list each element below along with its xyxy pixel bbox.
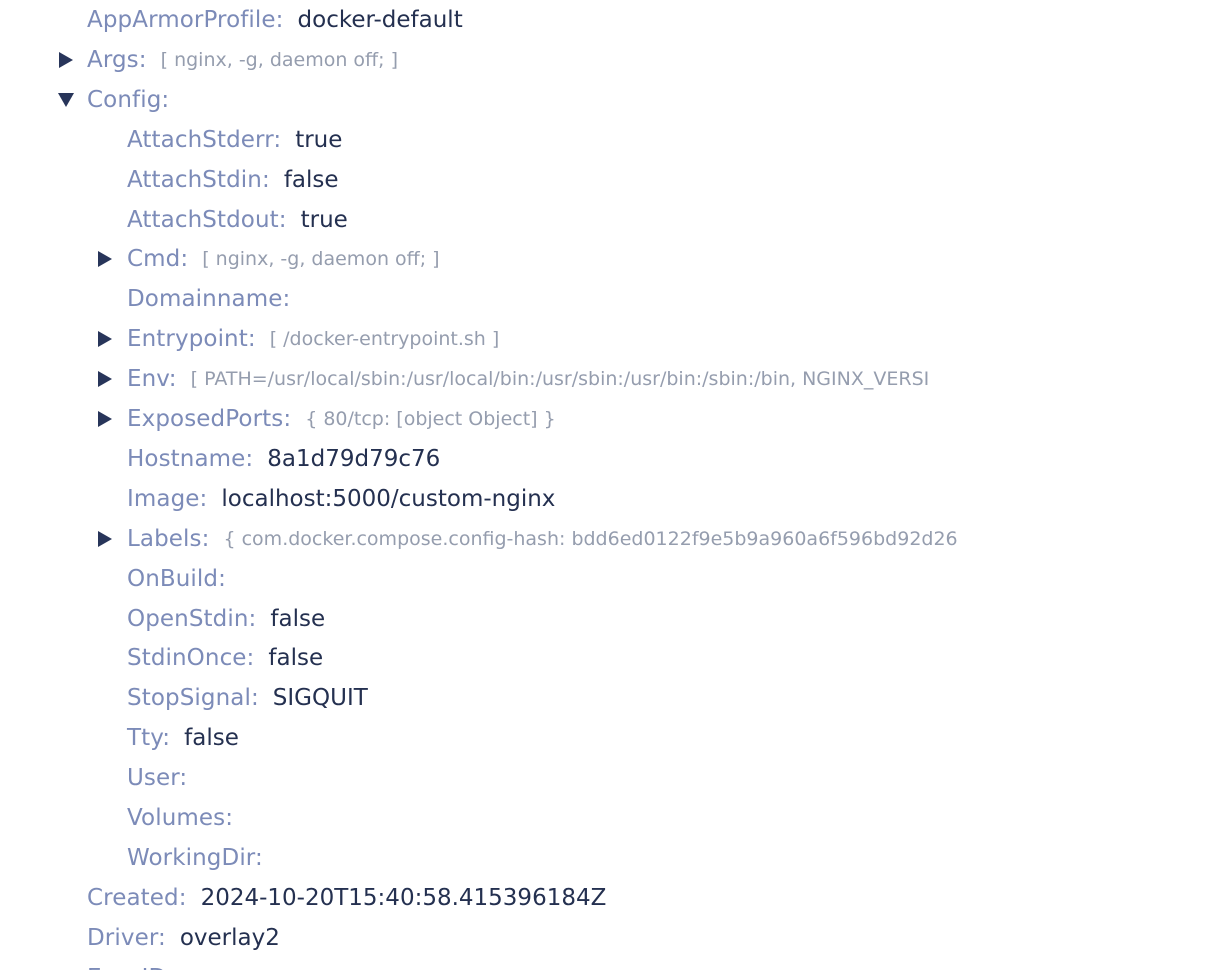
tree-row-args[interactable]: Args: [ nginx, -g, daemon off; ]: [0, 40, 1208, 80]
tree-row-app-armor-profile: AppArmorProfile: docker-default: [0, 0, 1208, 40]
tree-row-attach-stdout: AttachStdout: true: [0, 200, 1208, 240]
tree-row-attach-stderr: AttachStderr: true: [0, 120, 1208, 160]
tree-row-on-build: OnBuild:: [0, 559, 1208, 599]
tree-key: AppArmorProfile:: [87, 7, 284, 33]
tree-key: Tty:: [127, 725, 171, 752]
caret-right-icon[interactable]: [97, 411, 113, 427]
tree-key: AttachStdout:: [127, 206, 287, 233]
caret-right-icon[interactable]: [97, 331, 113, 348]
tree-row-entrypoint[interactable]: Entrypoint: [ /docker-entrypoint.sh ]: [0, 319, 1208, 359]
tree-row-env[interactable]: Env: [ PATH=/usr/local/sbin:/usr/local/bi…: [0, 359, 1208, 399]
tree-row-tty: Tty: false: [0, 718, 1208, 758]
tree-value: localhost:5000/custom-nginx: [221, 485, 556, 512]
tree-row-image: Image: localhost:5000/custom-nginx: [0, 479, 1208, 519]
tree-row-user: User:: [0, 758, 1208, 798]
tree-value: overlay2: [179, 924, 280, 951]
tree-value: false: [268, 645, 324, 672]
tree-key: Volumes:: [127, 805, 234, 831]
tree-value: false: [184, 725, 239, 752]
tree-key: Cmd:: [127, 246, 189, 273]
tree-value: false: [270, 605, 326, 632]
tree-row-stop-signal: StopSignal: SIGQUIT: [0, 678, 1208, 718]
tree-key: Image:: [127, 485, 208, 512]
tree-preview: { 80/tcp: [object Object] }: [305, 408, 556, 430]
tree-key: Env:: [127, 366, 177, 393]
tree-row-stdin-once: StdinOnce: false: [0, 638, 1208, 678]
tree-preview: [ nginx, -g, daemon off; ]: [202, 248, 440, 271]
tree-key: AttachStdin:: [127, 166, 270, 193]
tree-value: 2024-10-20T15:40:58.415396184Z: [200, 884, 607, 911]
caret-down-icon[interactable]: [58, 92, 74, 108]
tree-key: Config:: [87, 86, 170, 113]
tree-row-labels[interactable]: Labels: { com.docker.compose.config-hash:…: [0, 519, 1208, 559]
tree-key: Entrypoint:: [127, 326, 256, 353]
tree-row-config[interactable]: Config:: [0, 80, 1208, 120]
tree-row-created: Created: 2024-10-20T15:40:58.415396184Z: [0, 878, 1208, 918]
tree-key: StopSignal:: [127, 685, 259, 712]
caret-right-icon[interactable]: [97, 530, 113, 547]
tree-key: StdinOnce:: [127, 645, 255, 672]
tree-row-volumes: Volumes:: [0, 798, 1208, 838]
tree-row-open-stdin: OpenStdin: false: [0, 599, 1208, 639]
tree-value: true: [295, 126, 343, 153]
tree-row-driver: Driver: overlay2: [0, 918, 1208, 958]
tree-key: OnBuild:: [127, 565, 226, 592]
tree-value: 8a1d79d79c76: [267, 445, 441, 472]
tree-key: AttachStderr:: [127, 126, 282, 153]
caret-right-icon[interactable]: [97, 371, 113, 388]
tree-row-working-dir: WorkingDir:: [0, 838, 1208, 878]
tree-key: Labels:: [127, 525, 210, 552]
tree-preview: [ /docker-entrypoint.sh ]: [269, 328, 500, 351]
caret-right-icon[interactable]: [97, 251, 113, 268]
tree-key: Created:: [87, 884, 187, 911]
tree-key: Driver:: [87, 924, 166, 951]
tree-key: ExposedPorts:: [127, 406, 292, 432]
tree-preview: [ PATH=/usr/local/sbin:/usr/local/bin:/u…: [190, 368, 930, 391]
tree-row-cmd[interactable]: Cmd: [ nginx, -g, daemon off; ]: [0, 239, 1208, 279]
tree-value: docker-default: [297, 7, 463, 33]
tree-row-hostname: Hostname: 8a1d79d79c76: [0, 439, 1208, 479]
tree-key: Domainname:: [127, 286, 291, 313]
tree-row-exec-ids: ExecIDs:: [0, 958, 1208, 970]
tree-value: true: [300, 206, 348, 233]
tree-key: ExecIDs:: [87, 965, 186, 970]
tree-row-attach-stdin: AttachStdin: false: [0, 160, 1208, 200]
tree-preview: [ nginx, -g, daemon off; ]: [160, 48, 398, 71]
inspect-json-tree: AppArmorProfile: docker-default Args: [ ngi…: [0, 0, 1208, 970]
tree-row-domainname: Domainname:: [0, 279, 1208, 319]
tree-row-exposed-ports[interactable]: ExposedPorts: { 80/tcp: [object Object] }: [0, 399, 1208, 439]
tree-key: OpenStdin:: [127, 605, 257, 632]
tree-key: WorkingDir:: [127, 844, 263, 871]
tree-preview: { com.docker.compose.config-hash: bdd6ed…: [223, 527, 958, 550]
caret-right-icon[interactable]: [58, 51, 74, 68]
tree-value: false: [283, 166, 339, 193]
tree-value: SIGQUIT: [272, 685, 368, 712]
tree-key: Args:: [87, 46, 147, 73]
tree-key: Hostname:: [127, 445, 254, 472]
tree-key: User:: [127, 765, 188, 792]
